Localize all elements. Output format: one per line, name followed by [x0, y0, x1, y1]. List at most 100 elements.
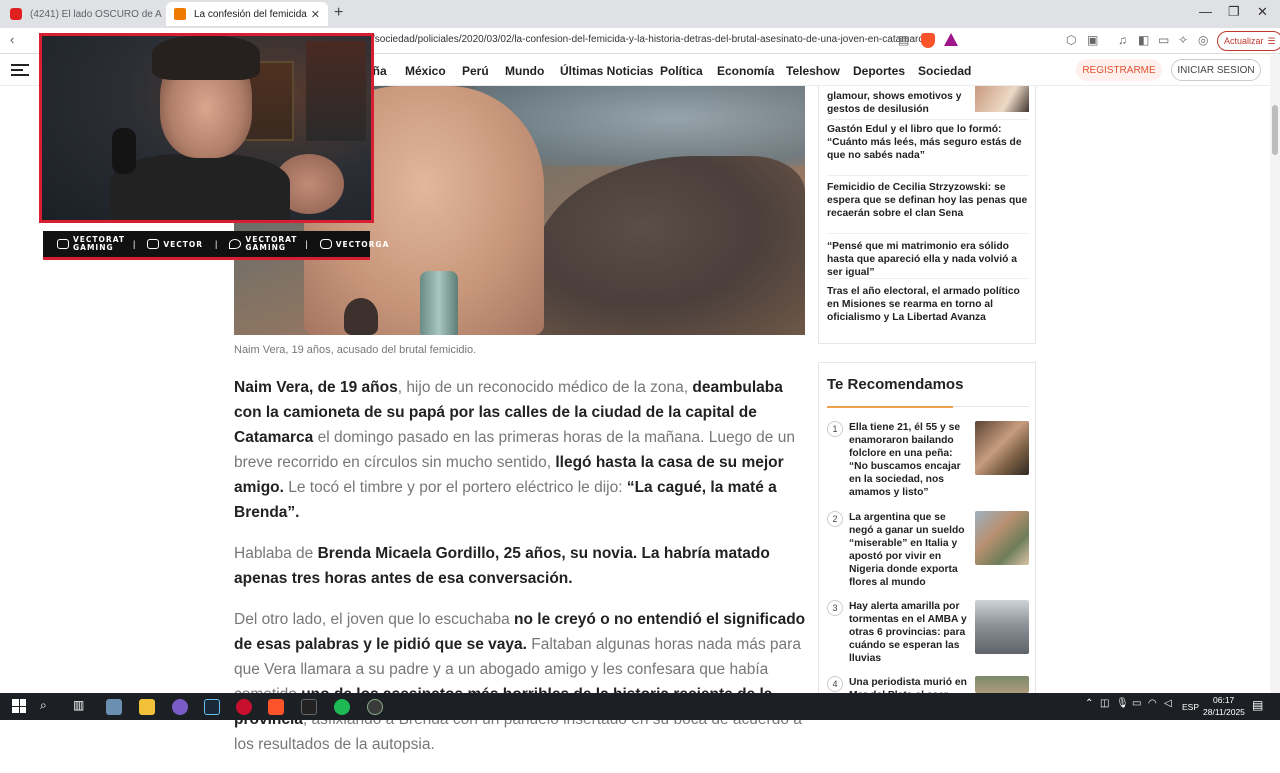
start-icon[interactable] — [12, 699, 26, 713]
task-view-icon[interactable]: ▥ — [73, 698, 84, 712]
menu-teleshow[interactable]: Teleshow — [786, 64, 840, 78]
brave-rewards-icon[interactable] — [944, 33, 958, 46]
recommended-item[interactable]: Hay alerta amarilla por tormentas en el … — [849, 600, 969, 665]
vpn-icon[interactable]: ◎ — [1198, 33, 1208, 47]
twitter-icon — [229, 239, 242, 249]
twitch-icon — [147, 239, 160, 249]
update-button[interactable]: Actualizar ☰ — [1217, 31, 1280, 51]
reader-mode-icon[interactable]: ▤ — [898, 33, 909, 47]
clock-date[interactable]: 28/11/2025 — [1203, 707, 1245, 717]
paragraph-1: Naim Vera, de 19 años, hijo de un recono… — [234, 375, 806, 525]
tab-infobae[interactable]: La confesión del femicida y la historia … — [166, 2, 328, 26]
clock-time[interactable]: 06:17 — [1213, 695, 1234, 705]
instagram-icon — [319, 239, 332, 249]
body-text: Le tocó el timbre y por el portero eléct… — [283, 479, 627, 496]
recommended-title: Te Recomendamos — [827, 376, 964, 393]
new-tab-icon[interactable]: + — [334, 4, 343, 22]
rank-number: 1 — [827, 421, 843, 437]
update-label: Actualizar — [1224, 36, 1264, 46]
photo-caption: Naim Vera, 19 años, acusado del brutal f… — [234, 344, 477, 356]
steam-icon[interactable] — [204, 699, 220, 715]
youtube-social: VECTORAT GAMING — [57, 236, 124, 252]
tab-youtube[interactable]: (4241) El lado OSCURO de ARGENTINA — [2, 2, 162, 26]
menu-ultimas-noticias[interactable]: Últimas Noticias — [560, 64, 653, 78]
youtube-icon — [57, 239, 69, 249]
recommended-item[interactable]: Ella tiene 21, él 55 y se enamoraron bai… — [849, 421, 969, 499]
opera-icon[interactable] — [236, 699, 252, 715]
news-thumbnail[interactable] — [975, 86, 1029, 112]
news-item[interactable]: Gastón Edul y el libro que lo formó: “Cu… — [827, 123, 1031, 162]
recommended-item[interactable]: Una periodista murió en Mar del Plata al… — [849, 676, 969, 693]
brave-icon[interactable] — [268, 699, 284, 715]
extensions-icon[interactable]: ⬡ — [1066, 33, 1076, 47]
news-item[interactable]: Femicidio de Cecilia Strzyzowski: se esp… — [827, 181, 1031, 220]
news-item[interactable]: “Pensé que mi matrimonio era sólido hast… — [827, 240, 1031, 279]
capcut-icon[interactable] — [301, 699, 317, 715]
body-text: , hijo de un reconocido médico de la zon… — [397, 379, 693, 396]
twitch-social: VECTOR — [147, 239, 203, 249]
maximize-icon[interactable]: ❐ — [1228, 4, 1240, 20]
menu-deportes[interactable]: Deportes — [853, 64, 905, 78]
app-icon[interactable] — [367, 699, 383, 715]
file-explorer-icon[interactable] — [139, 699, 155, 715]
browser-tabbar: (4241) El lado OSCURO de ARGENTINA La co… — [0, 0, 1280, 28]
brave-shields-icon[interactable] — [921, 33, 935, 48]
recommended-thumbnail[interactable] — [975, 421, 1029, 475]
close-tab-icon[interactable]: ✕ — [307, 8, 320, 21]
hamburger-menu-icon[interactable] — [11, 64, 29, 78]
body-text: Hablaba de — [234, 545, 318, 562]
twitter-social: VECTORAT GAMING — [229, 236, 296, 252]
recommended-thumbnail[interactable] — [975, 511, 1029, 565]
wifi-icon[interactable]: ◠ — [1148, 698, 1157, 709]
news-item[interactable]: Tras el año electoral, el armado polític… — [827, 285, 1031, 324]
volume-icon[interactable]: ◁ — [1164, 698, 1172, 709]
recommended-thumbnail[interactable] — [975, 676, 1029, 693]
notifications-icon[interactable]: ▤ — [1252, 698, 1263, 712]
leo-icon[interactable]: ✧ — [1178, 33, 1188, 47]
wallet-icon[interactable]: ▣ — [1087, 33, 1098, 47]
close-window-icon[interactable]: ✕ — [1257, 4, 1268, 20]
pip-icon[interactable]: ▭ — [1158, 33, 1169, 47]
sidebar-news: glamour, shows emotivos y gestos de desi… — [818, 86, 1036, 344]
body-text: Del otro lado, el joven que lo escuchaba — [234, 611, 515, 628]
menu-mundo[interactable]: Mundo — [505, 64, 544, 78]
menu-mexico[interactable]: México — [405, 64, 446, 78]
menu-peru[interactable]: Perú — [462, 64, 489, 78]
recommended-thumbnail[interactable] — [975, 600, 1029, 654]
rank-number: 4 — [827, 676, 843, 692]
page-scrollbar[interactable] — [1270, 55, 1280, 693]
rank-number: 3 — [827, 600, 843, 616]
address-bar[interactable]: /sociedad/policiales/2020/03/02/la-confe… — [372, 34, 932, 45]
register-button[interactable]: REGISTRARME — [1076, 59, 1162, 81]
windows-taskbar: ⌕ ▥ ⌃ ◫ 🎙 ▭ ◠ ◁ ESP 06:17 28/11/2025 ▤ — [0, 693, 1280, 720]
chevron-up-icon[interactable]: ⌃ — [1085, 698, 1093, 709]
bold-text: Naim Vera, de 19 años — [234, 379, 398, 396]
login-button[interactable]: INICIAR SESION — [1171, 59, 1261, 81]
recommended-item[interactable]: La argentina que se negó a ganar un suel… — [849, 511, 969, 589]
spotify-icon[interactable] — [334, 699, 350, 715]
recommended-box: Te Recomendamos 1 Ella tiene 21, él 55 y… — [818, 362, 1036, 702]
menu-economia[interactable]: Economía — [717, 64, 774, 78]
menu-politica[interactable]: Política — [660, 64, 703, 78]
news-item[interactable]: glamour, shows emotivos y gestos de desi… — [827, 90, 967, 116]
menu-sociedad[interactable]: Sociedad — [918, 64, 971, 78]
app-icon[interactable] — [106, 699, 122, 715]
rank-number: 2 — [827, 511, 843, 527]
obs-icon[interactable] — [172, 699, 188, 715]
tab-title: (4241) El lado OSCURO de ARGENTINA — [30, 8, 162, 20]
media-icon[interactable]: ♫ — [1118, 33, 1127, 47]
sidebar-icon[interactable]: ◧ — [1138, 33, 1149, 47]
back-icon[interactable]: ‹ — [10, 32, 14, 47]
youtube-icon — [10, 8, 22, 20]
paragraph-2: Hablaba de Brenda Micaela Gordillo, 25 a… — [234, 541, 806, 591]
microphone-icon[interactable]: 🎙 — [1116, 698, 1129, 709]
network-icon[interactable]: ◫ — [1100, 698, 1109, 709]
display-icon[interactable]: ▭ — [1132, 698, 1141, 709]
search-icon[interactable]: ⌕ — [40, 698, 47, 713]
scrollbar-thumb[interactable] — [1272, 105, 1278, 155]
instagram-social: VECTORGA — [319, 239, 390, 249]
tab-title: La confesión del femicida y la historia — [194, 8, 307, 20]
language-indicator[interactable]: ESP — [1182, 702, 1199, 712]
minimize-icon[interactable]: — — [1199, 4, 1212, 19]
infobae-icon — [174, 8, 186, 20]
